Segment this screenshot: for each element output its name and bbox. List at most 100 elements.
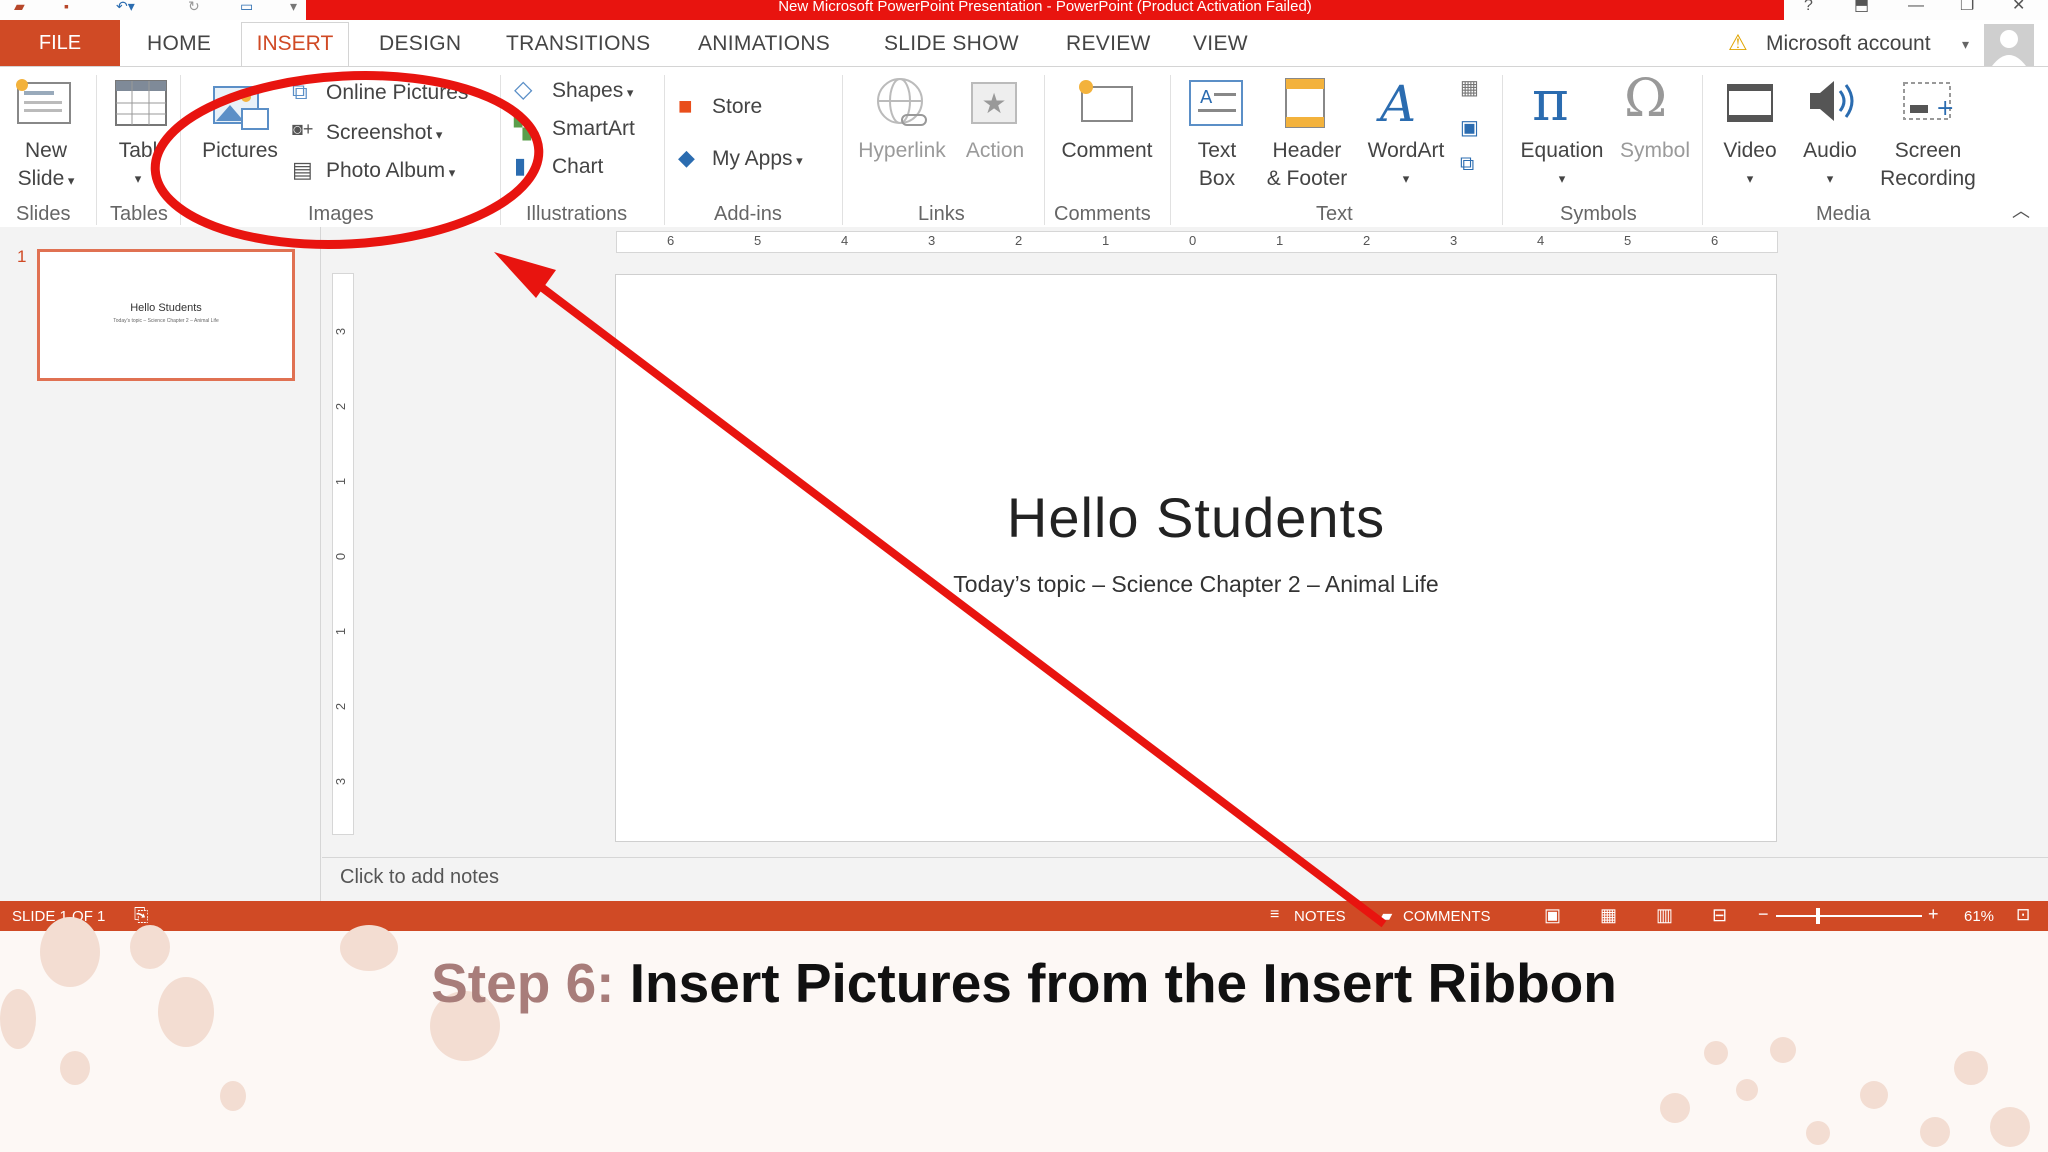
restore-icon[interactable]: ❐ (1960, 0, 1974, 14)
workspace: 1 Hello Students Today's topic – Science… (0, 227, 2048, 903)
date-time-icon[interactable]: ▦ (1460, 75, 1479, 100)
table-icon (114, 79, 168, 132)
collapse-ribbon-icon[interactable]: ︿ (2012, 197, 2030, 223)
pictures-button[interactable]: Pictures (194, 137, 286, 165)
audio-label: Audio (1803, 139, 1857, 162)
step-description: Insert Pictures from the Insert Ribbon (614, 952, 1617, 1014)
caption-text: Step 6: Insert Pictures from the Insert … (0, 951, 2048, 1015)
tab-file[interactable]: FILE (0, 20, 120, 66)
ribbon-display-icon[interactable]: ⬒ (1854, 0, 1869, 14)
redo-icon[interactable]: ↻ (188, 0, 200, 14)
normal-view-icon[interactable]: ▣ (1544, 905, 1561, 926)
tab-slide-show[interactable]: SLIDE SHOW (884, 32, 1019, 56)
ruler-tick-label: 4 (1537, 233, 1545, 248)
ruler-tick-label: 1 (333, 477, 349, 486)
tab-transitions[interactable]: TRANSITIONS (506, 32, 650, 56)
minimize-icon[interactable]: — (1908, 0, 1924, 14)
slide-show-icon[interactable]: ⊟ (1712, 905, 1727, 926)
shapes-button[interactable]: Shapes ▾ (552, 79, 633, 103)
slide-thumbnail-pane: 1 Hello Students Today's topic – Science… (0, 227, 321, 902)
store-button[interactable]: Store (712, 95, 762, 119)
header-footer-label-2: & Footer (1266, 167, 1348, 190)
chart-button[interactable]: Chart (552, 155, 603, 179)
screen-recording-button[interactable]: Screen Recording (1870, 137, 1986, 193)
group-text-label: Text (1316, 203, 1353, 225)
text-box-button[interactable]: Text Box (1184, 137, 1250, 193)
smartart-icon: ▚ (514, 115, 531, 140)
wordart-label: WordArt (1367, 139, 1445, 162)
present-icon[interactable]: ▭ (240, 0, 253, 14)
slide-thumbnail[interactable]: Hello Students Today's topic – Science C… (37, 249, 295, 381)
tab-animations[interactable]: ANIMATIONS (698, 32, 830, 56)
insert-ribbon: New Slide ▾ Slides Tabl ▾ Tables Picture… (0, 66, 2048, 228)
ruler-tick-label: 2 (333, 402, 349, 411)
zoom-slider-thumb[interactable] (1816, 908, 1820, 924)
ruler-tick-label: 3 (333, 777, 349, 786)
zoom-in-icon[interactable]: + (1928, 904, 1939, 925)
audio-button[interactable]: Audio ▾ (1792, 137, 1868, 193)
spell-check-icon[interactable]: ⎘ (134, 905, 148, 926)
action-button[interactable]: Action (960, 137, 1030, 165)
undo-icon[interactable]: ↶▾ (116, 0, 135, 14)
save-icon[interactable]: ▪ (64, 0, 69, 14)
tab-design[interactable]: DESIGN (379, 32, 461, 56)
video-icon (1726, 81, 1774, 130)
slide-number-icon[interactable]: ▣ (1460, 115, 1479, 140)
ruler-tick-label: 6 (667, 233, 675, 248)
svg-text:+: + (1936, 96, 1954, 121)
chevron-down-icon[interactable]: ▾ (1962, 36, 1969, 53)
tab-home[interactable]: HOME (147, 32, 211, 56)
table-button[interactable]: Tabl ▾ (108, 137, 168, 193)
ruler-tick-label: 1 (1276, 233, 1284, 248)
zoom-out-icon[interactable]: − (1758, 904, 1769, 925)
ruler-tick-label: 3 (928, 233, 936, 248)
tab-view[interactable]: VIEW (1193, 32, 1248, 56)
hyperlink-button[interactable]: Hyperlink (850, 137, 954, 165)
tab-review[interactable]: REVIEW (1066, 32, 1151, 56)
my-apps-button[interactable]: My Apps ▾ (712, 147, 803, 171)
slide-subtitle[interactable]: Today’s topic – Science Chapter 2 – Anim… (616, 571, 1776, 598)
comments-icon: ▰ (1380, 908, 1393, 925)
smartart-button[interactable]: SmartArt (552, 117, 635, 141)
notes-button[interactable]: NOTES (1294, 908, 1346, 925)
symbol-button[interactable]: Symbol (1612, 137, 1698, 165)
text-box-label: Text (1197, 139, 1237, 162)
comment-button[interactable]: Comment (1052, 137, 1162, 165)
store-icon: ■ (678, 93, 693, 120)
screenshot-icon: ◙+ (292, 119, 314, 139)
avatar[interactable] (1984, 24, 2034, 66)
new-slide-label: New (24, 139, 67, 162)
online-pictures-button[interactable]: Online Pictures (326, 81, 468, 105)
slide-sorter-icon[interactable]: ▦ (1600, 905, 1617, 926)
new-slide-label-2: Slide (17, 167, 65, 190)
slide-canvas[interactable]: Hello Students Today’s topic – Science C… (615, 274, 1777, 842)
customize-qat-icon[interactable]: ▾ (290, 0, 297, 14)
equation-button[interactable]: Equation ▾ (1510, 137, 1614, 193)
close-icon[interactable]: ✕ (2012, 0, 2025, 14)
screen-recording-label-2: Recording (1880, 167, 1976, 190)
notes-pane[interactable]: Click to add notes (322, 857, 2048, 903)
object-icon[interactable]: ⧉ (1460, 153, 1474, 176)
slide-title[interactable]: Hello Students (616, 485, 1776, 550)
group-links-label: Links (918, 203, 965, 225)
zoom-level[interactable]: 61% (1964, 908, 1994, 925)
microsoft-account[interactable]: Microsoft account (1766, 32, 1931, 56)
screenshot-button[interactable]: Screenshot ▾ (326, 121, 442, 145)
screenshot-label: Screenshot (326, 121, 433, 144)
table-label: Tabl (118, 139, 158, 162)
tab-insert[interactable]: INSERT (241, 22, 349, 67)
help-icon[interactable]: ? (1804, 0, 1813, 14)
header-footer-button[interactable]: Header & Footer (1256, 137, 1358, 193)
comments-button[interactable]: COMMENTS (1403, 908, 1491, 925)
reading-view-icon[interactable]: ▥ (1656, 905, 1673, 926)
status-bar: SLIDE 1 OF 1 ⎘ ≡ NOTES ▰ COMMENTS ▣ ▦ ▥ … (0, 901, 2048, 931)
ruler-tick-label: 5 (754, 233, 762, 248)
new-slide-button[interactable]: New Slide ▾ (10, 137, 82, 195)
warning-icon: ⚠ (1728, 30, 1748, 55)
zoom-slider[interactable] (1776, 915, 1922, 917)
fit-to-window-icon[interactable]: ⊡ (2016, 905, 2030, 925)
wordart-button[interactable]: WordArt ▾ (1358, 137, 1454, 193)
equation-icon: π (1532, 69, 1569, 134)
video-button[interactable]: Video ▾ (1712, 137, 1788, 193)
photo-album-button[interactable]: Photo Album ▾ (326, 159, 455, 183)
